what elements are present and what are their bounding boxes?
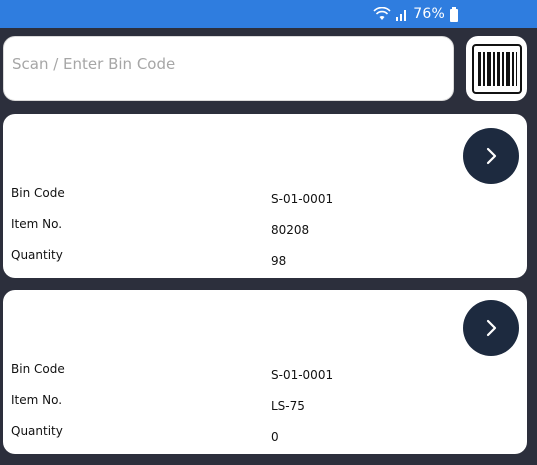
status-indicators: 76% bbox=[373, 4, 459, 24]
status-bar: 76% bbox=[0, 0, 537, 28]
bin-code-row: Bin Code S-01-0001 bbox=[11, 186, 511, 206]
quantity-row: Quantity 0 bbox=[11, 424, 511, 444]
chevron-right-icon bbox=[486, 147, 497, 165]
item-no-value: 80208 bbox=[271, 223, 310, 237]
item-no-label: Item No. bbox=[11, 217, 63, 231]
item-no-label: Item No. bbox=[11, 393, 63, 407]
barcode-icon bbox=[471, 43, 522, 94]
bin-item-card[interactable]: Bin Code S-01-0001 Item No. LS-75 Quanti… bbox=[3, 290, 527, 454]
open-item-button[interactable] bbox=[463, 128, 519, 184]
bin-code-row: Bin Code S-01-0001 bbox=[11, 362, 511, 382]
item-no-value: LS-75 bbox=[271, 399, 305, 413]
chevron-right-icon bbox=[486, 319, 497, 337]
battery-icon bbox=[450, 6, 458, 22]
bin-item-card[interactable]: Bin Code S-01-0001 Item No. 80208 Quanti… bbox=[3, 114, 527, 278]
wifi-icon bbox=[373, 7, 391, 20]
item-no-row: Item No. 80208 bbox=[11, 217, 511, 237]
bin-code-value: S-01-0001 bbox=[271, 192, 334, 206]
bin-code-input[interactable] bbox=[10, 51, 444, 77]
quantity-label: Quantity bbox=[11, 424, 63, 438]
quantity-label: Quantity bbox=[11, 248, 63, 262]
bin-code-value: S-01-0001 bbox=[271, 368, 334, 382]
quantity-value: 98 bbox=[271, 254, 287, 268]
item-no-row: Item No. LS-75 bbox=[11, 393, 511, 413]
battery-percentage: 76% bbox=[413, 6, 445, 22]
scan-barcode-button[interactable] bbox=[466, 36, 527, 101]
open-item-button[interactable] bbox=[463, 300, 519, 356]
bin-code-label: Bin Code bbox=[11, 362, 65, 376]
search-bar bbox=[3, 36, 454, 101]
quantity-value: 0 bbox=[271, 430, 279, 444]
bin-code-label: Bin Code bbox=[11, 186, 65, 200]
quantity-row: Quantity 98 bbox=[11, 248, 511, 268]
signal-icon bbox=[396, 10, 407, 21]
